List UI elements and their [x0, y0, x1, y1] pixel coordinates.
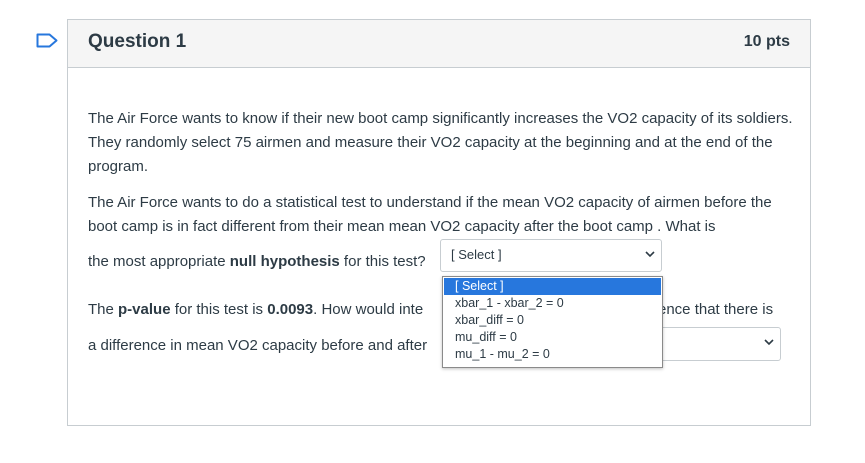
bold-text: null hypothesis — [229, 253, 340, 270]
dropdown-option[interactable]: mu_diff = 0 — [443, 329, 662, 346]
question-points: 10 pts — [743, 33, 790, 50]
text-segment: . How would inte — [313, 301, 424, 318]
text-segment: for this test is — [170, 301, 268, 318]
chevron-down-icon — [764, 339, 774, 346]
question-paragraph-1: The Air Force wants to know if their new… — [88, 110, 793, 175]
select-dropdown-list: [ Select ] xbar_1 - xbar_2 = 0 xbar_diff… — [442, 276, 663, 368]
dropdown-option[interactable]: xbar_diff = 0 — [443, 312, 662, 329]
question-card: Question 1 10 pts The Air Force wants to… — [67, 19, 811, 426]
text-segment: The — [88, 301, 119, 318]
question-line-p-value-tail: ence that there is — [658, 301, 774, 318]
text-segment: the most appropriate — [88, 253, 230, 270]
question-header: Question 1 10 pts — [68, 20, 810, 68]
dropdown-option[interactable]: [ Select ] — [444, 278, 661, 295]
answer-select-null-hypothesis[interactable]: [ Select ] — [440, 239, 662, 272]
select-value: [ Select ] — [451, 247, 502, 262]
dropdown-option[interactable]: mu_1 - mu_2 = 0 — [443, 346, 662, 363]
bookmark-flag-icon[interactable] — [36, 33, 58, 48]
dropdown-option[interactable]: xbar_1 - xbar_2 = 0 — [443, 295, 662, 312]
chevron-down-icon — [645, 251, 655, 258]
text-segment: for this test? — [339, 253, 426, 270]
answer-select-2[interactable] — [650, 327, 781, 361]
bold-text: p-value — [118, 301, 171, 318]
question-title: Question 1 — [88, 31, 187, 52]
bold-text: 0.0093 — [267, 301, 314, 318]
question-paragraph-2: The Air Force wants to do a statistical … — [88, 194, 772, 235]
